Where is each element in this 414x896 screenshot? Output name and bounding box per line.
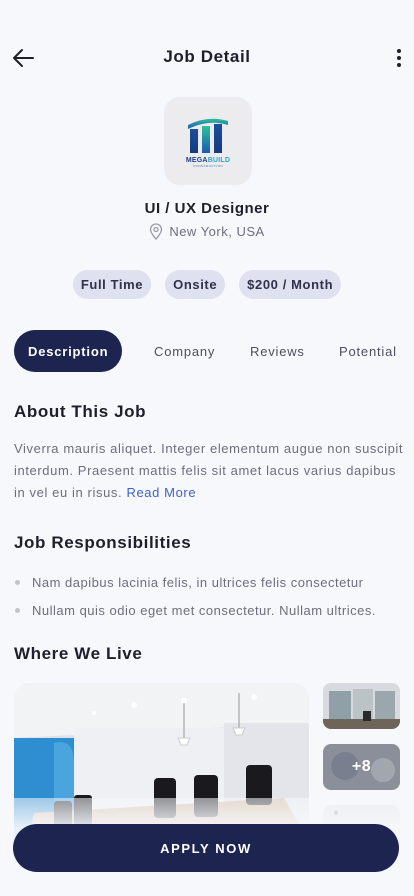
responsibilities-list: Nam dapibus lacinia felis, in ultrices f…	[14, 568, 414, 624]
about-description: Viverra mauris aliquet. Integer elementu…	[14, 438, 404, 504]
list-item: Nam dapibus lacinia felis, in ultrices f…	[14, 568, 414, 596]
office-photo-more[interactable]: +8	[323, 744, 400, 790]
megabuild-logo-icon	[188, 118, 228, 153]
about-heading: About This Job	[14, 402, 147, 421]
job-title: UI / UX Designer	[144, 200, 270, 217]
gallery-heading: Where We Live	[14, 644, 143, 663]
tab-company[interactable]: Company	[154, 330, 215, 372]
about-text: Viverra mauris aliquet. Integer elementu…	[14, 441, 404, 500]
tag-salary: $200 / Month	[239, 270, 342, 299]
location-pin-icon	[150, 223, 163, 240]
bullet-icon	[15, 607, 20, 613]
tag-employment-type: Full Time	[72, 270, 152, 299]
apply-now-button[interactable]: APPLY NOW	[13, 824, 399, 872]
more-vertical-icon	[397, 49, 401, 53]
logo-wordmark: MEGABUILD	[185, 156, 231, 164]
read-more-link[interactable]: Read More	[126, 485, 196, 500]
tab-description[interactable]: Description	[14, 330, 123, 372]
list-item: Nullam quis odio eget met consectetur. N…	[14, 596, 414, 624]
job-location: New York, USA	[0, 223, 414, 240]
job-tags: Full Time Onsite $200 / Month	[0, 270, 414, 299]
company-logo: MEGABUILD CONSTRUCTION	[164, 97, 252, 185]
tab-reviews[interactable]: Reviews	[250, 330, 305, 372]
responsibilities-heading: Job Responsibilities	[14, 533, 192, 552]
detail-tabs: Description Company Reviews Potential	[14, 330, 414, 372]
page-title: Job Detail	[163, 47, 251, 66]
logo-subtext: CONSTRUCTION	[192, 163, 224, 168]
office-photo-thumb[interactable]	[323, 683, 400, 729]
location-text: New York, USA	[169, 224, 265, 239]
tab-potential[interactable]: Potential	[339, 330, 397, 372]
tag-work-mode: Onsite	[165, 270, 226, 299]
more-options-button[interactable]	[392, 46, 406, 70]
more-photos-count: +8	[351, 758, 372, 775]
bullet-icon	[15, 579, 20, 585]
